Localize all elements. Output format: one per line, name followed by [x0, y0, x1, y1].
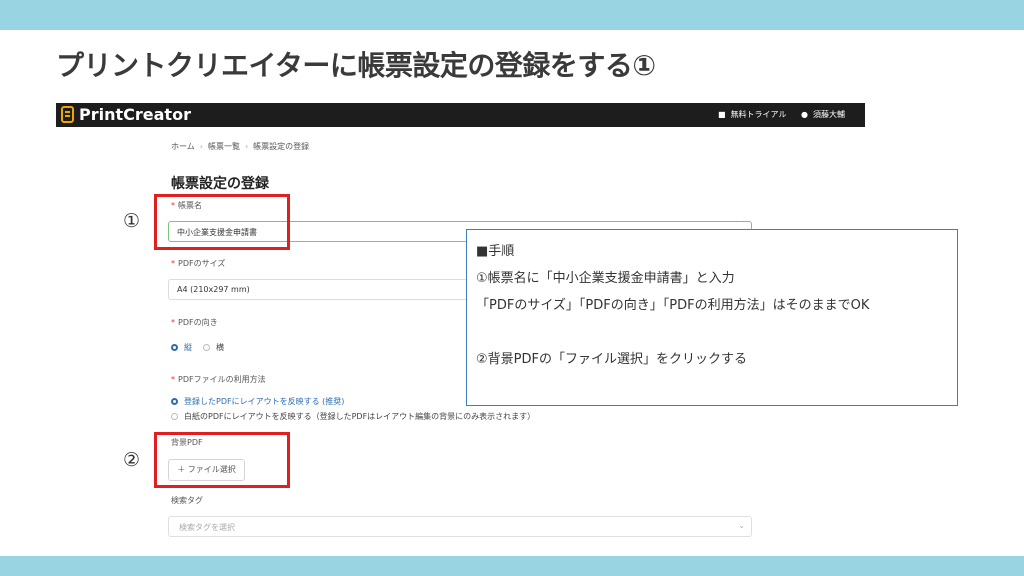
usage-label: * PDFファイルの利用方法: [171, 374, 266, 385]
orientation-landscape-label: 横: [216, 343, 224, 352]
pdf-size-label: * PDFのサイズ: [171, 258, 225, 269]
note-step-2: ②背景PDFの「ファイル選択」をクリックする: [476, 352, 747, 367]
breadcrumb-home[interactable]: ホーム: [171, 142, 195, 151]
pdf-size-label-text: PDFのサイズ: [178, 259, 226, 268]
slide-title: プリントクリエイターに帳票設定の登録をする①: [56, 49, 656, 82]
radio-unchecked-icon: [171, 413, 178, 420]
highlight-box-2: [154, 432, 290, 488]
top-band: [0, 0, 1024, 30]
chevron-down-icon: ⌄: [738, 521, 745, 530]
required-mark: *: [171, 318, 175, 327]
orientation-portrait-label: 縦: [184, 343, 192, 352]
required-mark: *: [171, 259, 175, 268]
usage-label-text: PDFファイルの利用方法: [178, 375, 266, 384]
brand-name[interactable]: PrintCreator: [79, 105, 191, 124]
orientation-label-text: PDFの向き: [178, 318, 218, 327]
radio-checked-icon: [171, 398, 178, 405]
nav-user-label: 須藤大輔: [812, 110, 845, 119]
breadcrumb-separator: ›: [244, 142, 249, 151]
orientation-label: * PDFの向き: [171, 317, 218, 328]
note-step-1-detail: 「PDFのサイズ」「PDFの向き」「PDFの利用方法」はそのままでOK: [476, 298, 870, 313]
tag-select[interactable]: 検索タグを選択 ⌄: [168, 516, 752, 537]
usage-option-registered-radio[interactable]: 登録したPDFにレイアウトを反映する (推奨): [171, 396, 344, 407]
usage-option-blank-radio[interactable]: 白紙のPDFにレイアウトを反映する（登録したPDFはレイアウト編集の背景にのみ表…: [171, 411, 535, 422]
instruction-note: ■手順 ①帳票名に「中小企業支援金申請書」と入力 「PDFのサイズ」「PDFの向…: [466, 229, 958, 406]
breadcrumb-separator: ›: [199, 142, 203, 151]
radio-checked-icon: [171, 344, 178, 351]
note-heading: ■手順: [476, 244, 515, 259]
orientation-portrait-radio[interactable]: 縦: [171, 342, 192, 353]
app-header: PrintCreator ■ 無料トライアル ● 須藤大輔: [56, 103, 865, 127]
bottom-band: [0, 556, 1024, 576]
orientation-landscape-radio[interactable]: 横: [203, 342, 224, 353]
breadcrumb-current: 帳票設定の登録: [253, 142, 310, 151]
radio-unchecked-icon: [203, 344, 210, 351]
page-title: 帳票設定の登録: [171, 176, 269, 192]
breadcrumb: ホーム › 帳票一覧 › 帳票設定の登録: [171, 141, 309, 152]
highlight-box-1: [154, 194, 290, 250]
nav-trial-link[interactable]: ■ 無料トライアル: [718, 109, 786, 120]
tag-select-placeholder: 検索タグを選択: [179, 523, 235, 532]
step-marker-1: ①: [123, 210, 141, 232]
user-icon: ●: [801, 110, 808, 119]
tag-label: 検索タグ: [171, 496, 203, 505]
gift-icon: ■: [718, 110, 726, 119]
printcreator-logo-icon: [61, 106, 74, 123]
usage-option-registered-label: 登録したPDFにレイアウトを反映する (推奨): [184, 397, 345, 406]
step-marker-2: ②: [123, 449, 141, 471]
nav-user-menu[interactable]: ● 須藤大輔: [801, 109, 845, 120]
nav-trial-label: 無料トライアル: [730, 110, 787, 119]
breadcrumb-list[interactable]: 帳票一覧: [208, 142, 240, 151]
note-blank-line: [476, 319, 948, 346]
required-mark: *: [171, 375, 175, 384]
note-step-1: ①帳票名に「中小企業支援金申請書」と入力: [476, 271, 735, 286]
usage-option-blank-label: 白紙のPDFにレイアウトを反映する（登録したPDFはレイアウト編集の背景にのみ表…: [184, 412, 536, 421]
